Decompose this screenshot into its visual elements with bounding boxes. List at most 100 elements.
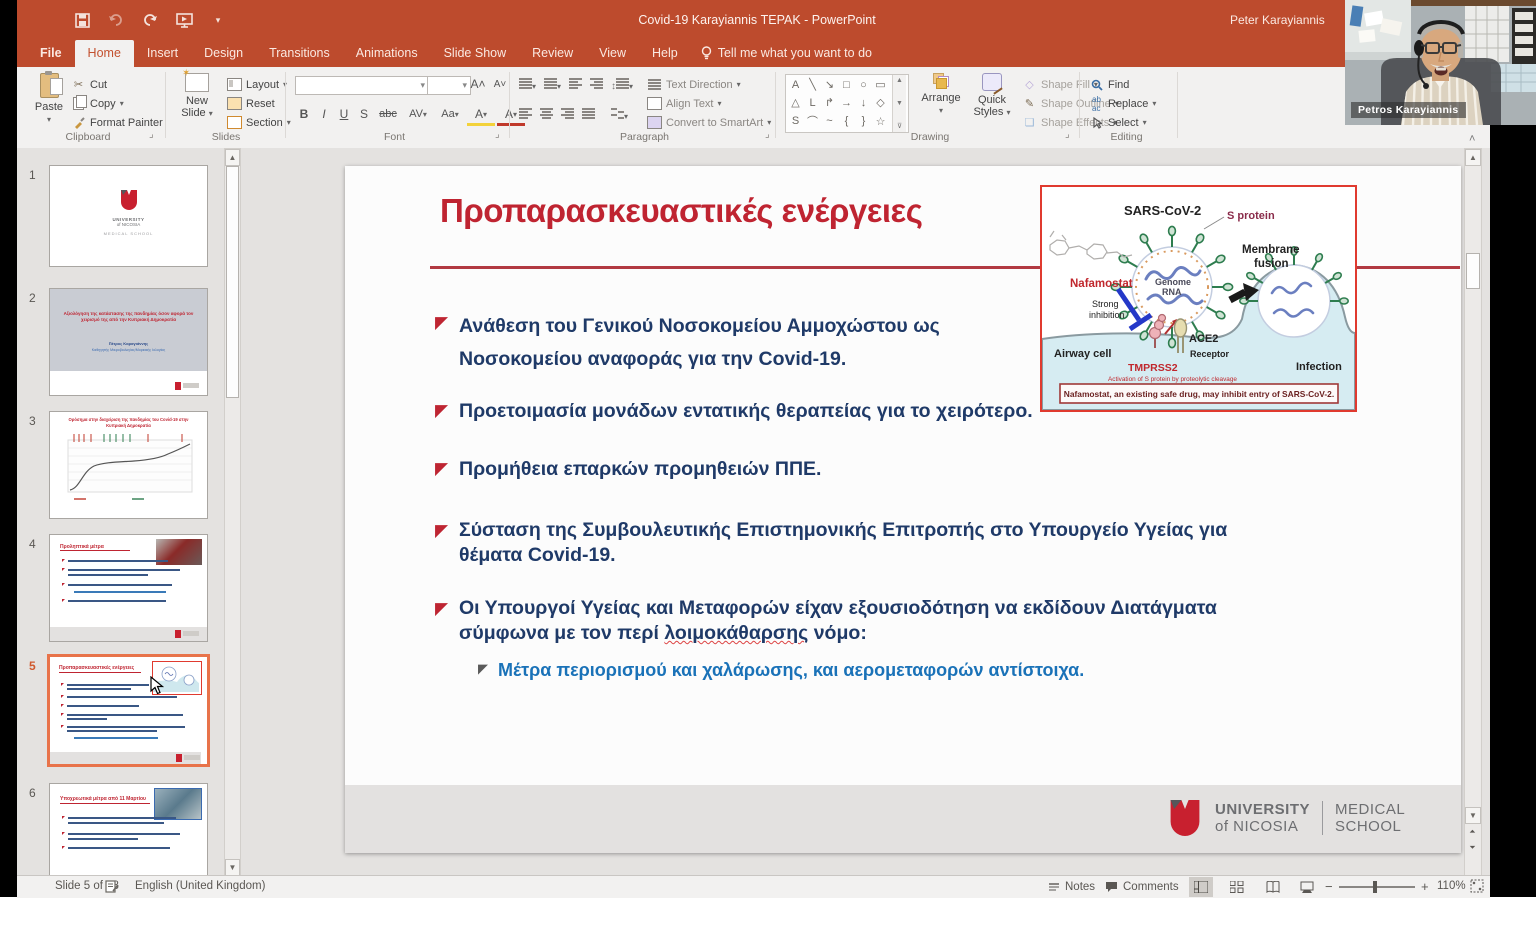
underline-button[interactable]: U	[335, 105, 353, 123]
shapes-gallery-scrollbar[interactable]: ▲▼⊽	[892, 75, 906, 132]
arrange-button[interactable]: Arrange▾	[915, 73, 967, 117]
tab-slide-show[interactable]: Slide Show	[431, 40, 520, 67]
save-icon[interactable]	[69, 7, 95, 33]
tab-help[interactable]: Help	[639, 40, 691, 67]
shape-oval-icon[interactable]: ○	[855, 76, 872, 93]
line-spacing-button[interactable]: ↕▾	[611, 78, 633, 92]
previous-slide-button[interactable]: ⏶	[1466, 827, 1479, 841]
reset-button[interactable]: Reset	[227, 95, 275, 112]
drawing-dialog-launcher[interactable]: ⌟	[1065, 129, 1070, 140]
notes-toggle[interactable]: Notes	[1048, 876, 1095, 898]
change-case-button[interactable]: Aa▾	[435, 105, 465, 123]
shape-arc-icon[interactable]: ⌒	[804, 113, 821, 130]
zoom-in-button[interactable]: +	[1421, 879, 1429, 894]
replace-button[interactable]: abacReplace▾	[1089, 95, 1156, 112]
tab-file[interactable]: File	[27, 40, 75, 67]
qat-customize-icon[interactable]: ▾	[205, 7, 231, 33]
start-presentation-icon[interactable]	[171, 7, 197, 33]
align-left-button[interactable]	[519, 106, 532, 124]
shape-elbow-arrow-icon[interactable]: ↱	[821, 94, 838, 111]
text-shadow-button[interactable]: S	[355, 105, 373, 123]
increase-font-icon[interactable]: A˄	[469, 75, 487, 93]
decrease-font-icon[interactable]: A˅	[491, 75, 509, 93]
tell-me-box[interactable]: Tell me what you want to do	[691, 40, 882, 67]
language-indicator[interactable]: English (United Kingdom)	[135, 880, 265, 892]
font-dialog-launcher[interactable]: ⌟	[495, 129, 500, 140]
increase-indent-button[interactable]	[590, 76, 603, 94]
shape-rounded-rect-icon[interactable]: ▭	[872, 76, 889, 93]
bullet-1[interactable]: ◤ Ανάθεση του Γενικού Νοσοκομείου Αμμοχώ…	[435, 310, 1055, 376]
tab-design[interactable]: Design	[191, 40, 256, 67]
strikethrough-button[interactable]: abc	[375, 105, 401, 123]
thumbnails-scroll-thumb[interactable]	[226, 166, 239, 398]
shape-line-icon[interactable]: ╲	[804, 76, 821, 93]
shape-textbox-icon[interactable]: A	[787, 76, 804, 93]
slide-title[interactable]: Προπαρασκευαστικές ενέργειες	[440, 192, 922, 230]
bullets-button[interactable]: ▾	[519, 76, 536, 94]
shape-rectangle-icon[interactable]: □	[838, 76, 855, 93]
shape-down-arrow-icon[interactable]: ↓	[855, 94, 872, 111]
select-button[interactable]: Select▾	[1089, 114, 1147, 131]
scroll-up-icon[interactable]: ▲	[1465, 149, 1481, 166]
slideshow-view-button[interactable]	[1295, 877, 1319, 897]
shape-triangle-icon[interactable]: △	[787, 94, 804, 111]
slide-thumbnail-1[interactable]: UNIVERSITY of NICOSIA MEDICAL SCHOOL	[49, 165, 208, 267]
shape-left-brace-icon[interactable]: {	[838, 113, 855, 130]
slide-thumbnail-3[interactable]: Ορόσημα στην διαχείριση της πανδημίας το…	[49, 411, 208, 519]
scroll-thumb[interactable]	[1466, 253, 1480, 289]
tab-review[interactable]: Review	[519, 40, 586, 67]
zoom-level[interactable]: 110%	[1437, 880, 1466, 892]
slide-canvas[interactable]: Προπαρασκευαστικές ενέργειες ◤ Ανάθεση τ…	[345, 166, 1461, 853]
paste-button[interactable]: Paste▾	[27, 73, 71, 126]
font-name-combo[interactable]: ▾	[295, 76, 429, 95]
bullet-3[interactable]: ◤ Προμήθεια επαρκών προμηθειών ΠΠΕ.	[435, 456, 1135, 482]
next-slide-button[interactable]: ⏷	[1466, 843, 1479, 857]
quick-styles-button[interactable]: QuickStyles ▾	[969, 73, 1015, 119]
slide-thumbnail-2[interactable]: Αξιολόγηση της κατάστασης της πανδημίας …	[49, 288, 208, 396]
zoom-slider-thumb[interactable]	[1373, 881, 1377, 893]
redo-icon[interactable]	[137, 7, 163, 33]
undo-icon[interactable]	[103, 7, 129, 33]
bold-button[interactable]: B	[295, 105, 313, 123]
text-direction-button[interactable]: Text Direction▾	[647, 76, 741, 93]
highlight-color-button[interactable]: A▾	[467, 105, 495, 126]
copy-button[interactable]: Copy▾	[71, 95, 124, 112]
slide-sorter-view-button[interactable]	[1225, 877, 1249, 897]
thumbnails-scrollbar[interactable]: ▲ ▼	[224, 148, 241, 875]
character-spacing-button[interactable]: AV▾	[403, 105, 433, 123]
collapse-ribbon-icon[interactable]: ˄	[1469, 133, 1475, 145]
find-button[interactable]: Find	[1089, 76, 1129, 93]
shape-scribble-icon[interactable]: S	[787, 113, 804, 130]
bullet-4[interactable]: ◤ Σύσταση της Συμβουλευτικής Επιστημονικ…	[435, 518, 1265, 568]
section-button[interactable]: Section▾	[227, 114, 291, 131]
account-name[interactable]: Peter Karayiannis	[1230, 0, 1325, 40]
italic-button[interactable]: I	[315, 105, 333, 123]
numbering-button[interactable]: ▾	[544, 76, 561, 94]
clipboard-dialog-launcher[interactable]: ⌟	[149, 129, 154, 140]
slide-thumbnail-4[interactable]: Προληπτικά μέτρα	[49, 534, 208, 642]
normal-view-button[interactable]	[1189, 877, 1213, 897]
align-center-button[interactable]	[540, 106, 553, 124]
shape-fill-button[interactable]: ◇Shape Fill▾	[1022, 76, 1098, 93]
spellcheck-icon[interactable]	[105, 879, 119, 896]
bullet-5[interactable]: ◤ Οι Υπουργοί Υγείας και Μεταφορών είχαν…	[435, 596, 1285, 646]
layout-button[interactable]: Layout▾	[227, 76, 287, 93]
shape-right-brace-icon[interactable]: }	[855, 113, 872, 130]
tab-insert[interactable]: Insert	[134, 40, 191, 67]
tab-transitions[interactable]: Transitions	[256, 40, 343, 67]
cut-button[interactable]: ✂Cut	[71, 76, 107, 93]
slide-thumbnail-6[interactable]: Υποχρεωτικά μέτρα από 11 Μαρτίου	[49, 783, 208, 875]
decrease-indent-button[interactable]	[569, 76, 582, 94]
shape-right-arrow-icon[interactable]: →	[838, 94, 855, 111]
reading-view-button[interactable]	[1261, 877, 1285, 897]
columns-button[interactable]: ▾	[611, 106, 628, 124]
shape-arrow-icon[interactable]: ↘	[821, 76, 838, 93]
align-right-button[interactable]	[561, 106, 574, 124]
slide-scrollbar[interactable]: ▲ ▼ ⏶ ⏷	[1464, 148, 1482, 875]
tab-animations[interactable]: Animations	[343, 40, 431, 67]
new-slide-button[interactable]: NewSlide ▾	[173, 73, 221, 120]
shape-elbow-icon[interactable]: L	[804, 94, 821, 111]
paragraph-dialog-launcher[interactable]: ⌟	[765, 129, 770, 140]
shapes-gallery[interactable]: A╲↘□○▭ △L↱→↓◇ S⌒~{}☆ ▲▼⊽	[785, 74, 909, 133]
thumbnails-scroll-down-icon[interactable]: ▼	[225, 859, 240, 875]
